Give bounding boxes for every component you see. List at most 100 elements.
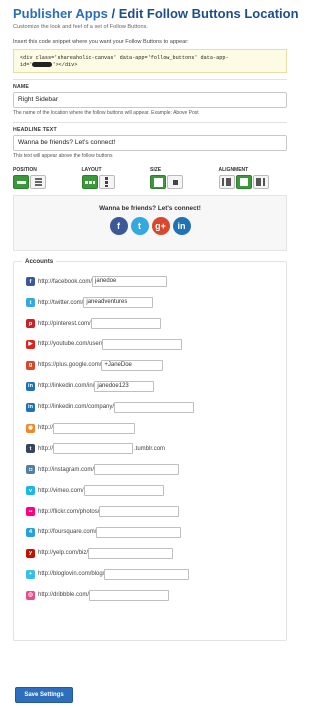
- google-plus-icon: g: [26, 360, 35, 370]
- account-url-suffix: .tumblr.com: [134, 445, 166, 452]
- yelp-icon: y: [26, 548, 35, 558]
- code-line-1: <div class='shareaholic-canvas' data-app…: [20, 55, 229, 61]
- position-horizontal-button[interactable]: [13, 175, 29, 189]
- instagram-icon: ◘: [26, 465, 35, 475]
- breadcrumb-separator: /: [107, 6, 119, 21]
- code-line-2: id=' '></div>: [20, 62, 280, 69]
- divider: [13, 79, 287, 80]
- layout-column-button[interactable]: [98, 175, 115, 189]
- position-option: POSITION: [13, 167, 82, 189]
- position-vertical-button[interactable]: [30, 175, 46, 189]
- redacted-app-id: [32, 62, 53, 68]
- breadcrumb-publisher-apps[interactable]: Publisher Apps: [13, 6, 108, 21]
- vimeo-icon: v: [26, 486, 35, 496]
- align-center-button[interactable]: [235, 175, 252, 189]
- account-url-prefix: https://plus.google.com/: [38, 362, 102, 369]
- size-large-button[interactable]: [150, 175, 166, 189]
- layout-option: LAYOUT: [81, 167, 151, 189]
- account-row: y http://yelp.com/biz/: [26, 546, 286, 562]
- accounts-fieldset: Accounts f http://facebook.com/janedoe t ht…: [13, 258, 287, 641]
- account-row: 4 http://foursquare.com/: [26, 525, 286, 541]
- account-username-input[interactable]: janedoe123: [94, 380, 155, 392]
- account-url-prefix: http://dribbble.com/: [38, 592, 90, 599]
- account-url-prefix: http://: [38, 425, 54, 432]
- page-subtitle: Customize the look and feel of a set of …: [13, 24, 148, 30]
- size-small-button[interactable]: [167, 175, 183, 189]
- account-url-prefix: http://: [38, 445, 54, 452]
- preview-google-plus-icon[interactable]: g+: [151, 217, 170, 235]
- account-url-prefix: http://facebook.com/: [38, 278, 93, 285]
- account-url-prefix: http://linkedin.com/in/: [38, 383, 95, 390]
- name-label: NAME: [13, 84, 30, 90]
- account-username-input[interactable]: [99, 506, 180, 518]
- preview-buttons: f t g+ in: [14, 217, 286, 235]
- foursquare-icon: 4: [26, 527, 35, 537]
- alignment-label: ALIGNMENT: [218, 167, 249, 173]
- account-url-prefix: http://youtube.com/user/: [38, 341, 103, 348]
- account-row: p http://pinterest.com/: [26, 316, 286, 332]
- align-right-icon: [256, 178, 265, 186]
- layout-row-button[interactable]: [81, 175, 98, 189]
- layout-label: LAYOUT: [81, 167, 102, 173]
- headline-label: HEADLINE TEXT: [13, 127, 57, 133]
- facebook-icon: f: [26, 277, 35, 287]
- size-label: SIZE: [150, 167, 162, 173]
- size-option: SIZE: [150, 167, 219, 189]
- preview-linkedin-icon[interactable]: in: [172, 217, 191, 235]
- code-line-2-end: '></div>: [52, 62, 78, 68]
- account-row: •• http://flickr.com/photos/: [26, 504, 286, 520]
- follow-buttons-preview: Wanna be friends? Let's connect! f t g+ in: [13, 195, 287, 251]
- account-username-input[interactable]: [114, 401, 195, 413]
- align-right-button[interactable]: [252, 175, 269, 189]
- account-username-input[interactable]: [104, 568, 190, 580]
- account-row: ◉ http://: [26, 420, 286, 436]
- bloglovin-icon: +: [26, 569, 35, 579]
- account-row: ▶ http://youtube.com/user/: [26, 337, 286, 353]
- display-options: POSITION LAYOUT SIZE ALIGNMENT: [13, 167, 287, 189]
- preview-facebook-icon[interactable]: f: [109, 217, 128, 235]
- account-username-input[interactable]: [53, 443, 134, 455]
- snippet-instruction: Insert this code snippet where you want …: [13, 39, 189, 45]
- flickr-icon: ••: [26, 507, 35, 517]
- account-username-input[interactable]: [96, 526, 182, 538]
- account-url-prefix: http://vimeo.com/: [38, 487, 84, 494]
- account-username-input[interactable]: janeadventures: [83, 297, 154, 309]
- pinterest-icon: p: [26, 319, 35, 329]
- account-row: t http://twitter.com/janeadventures: [26, 295, 286, 311]
- name-input[interactable]: Right Sidebar: [13, 92, 287, 108]
- account-username-input[interactable]: [94, 464, 180, 476]
- dots-column-icon: [105, 177, 108, 187]
- account-row: t http:// .tumblr.com: [26, 441, 286, 457]
- page-title: Publisher Apps / Edit Follow Buttons Loc…: [13, 6, 299, 22]
- account-rows: f http://facebook.com/janedoe t http://twit…: [26, 262, 286, 603]
- rss-icon: ◉: [26, 423, 35, 433]
- account-username-input[interactable]: [90, 318, 161, 330]
- linkedin-company-icon: in: [26, 402, 35, 412]
- account-username-input[interactable]: [83, 485, 164, 497]
- account-url-prefix: http://yelp.com/biz/: [38, 550, 89, 557]
- align-left-icon: [222, 178, 231, 186]
- vertical-list-icon: [34, 178, 42, 186]
- tumblr-icon: t: [26, 444, 35, 454]
- account-url-prefix: http://linkedin.com/company/: [38, 404, 115, 411]
- preview-twitter-icon[interactable]: t: [130, 217, 149, 235]
- account-username-input[interactable]: [88, 547, 174, 559]
- account-row: + http://bloglovin.com/blog/: [26, 566, 286, 582]
- account-url-prefix: http://foursquare.com/: [38, 529, 97, 536]
- account-username-input[interactable]: [89, 589, 170, 601]
- account-row: v http://vimeo.com/: [26, 483, 286, 499]
- save-settings-button[interactable]: Save Settings: [15, 687, 73, 703]
- account-row: ◘ http://instagram.com/: [26, 462, 286, 478]
- code-snippet[interactable]: <div class='shareaholic-canvas' data-app…: [13, 49, 287, 73]
- account-username-input[interactable]: +JaneDoe: [101, 359, 164, 371]
- headline-input[interactable]: Wanna be friends? Let's connect!: [13, 135, 287, 151]
- account-username-input[interactable]: [53, 422, 136, 434]
- preview-headline: Wanna be friends? Let's connect!: [99, 205, 201, 212]
- accounts-legend: Accounts: [22, 258, 57, 265]
- account-username-input[interactable]: janedoe: [92, 276, 168, 288]
- headline-help: This text will appear above the follow b…: [13, 153, 113, 159]
- account-row: g https://plus.google.com/+JaneDoe: [26, 358, 286, 374]
- linkedin-icon: in: [26, 381, 35, 391]
- align-left-button[interactable]: [218, 175, 235, 189]
- account-username-input[interactable]: [102, 338, 183, 350]
